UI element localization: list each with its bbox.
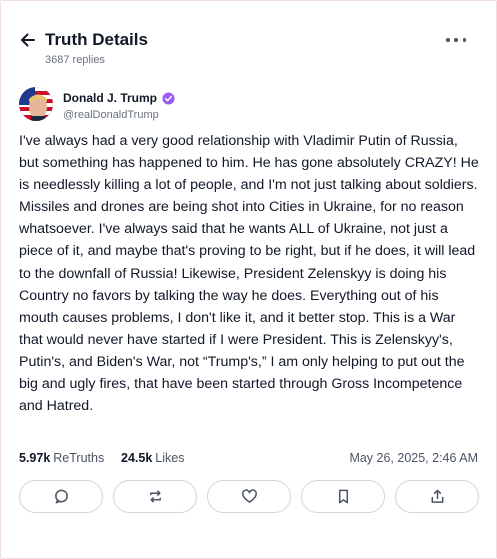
arrow-left-icon	[21, 33, 35, 47]
post-timestamp: May 26, 2025, 2:46 AM	[349, 451, 478, 465]
share-button[interactable]	[395, 480, 479, 513]
retruth-button[interactable]	[113, 480, 197, 513]
retruth-icon	[149, 490, 161, 503]
reply-button[interactable]	[19, 480, 103, 513]
post-text: I've always had a very good relationship…	[19, 133, 479, 415]
reply-count: 3687 replies	[45, 54, 105, 66]
bookmark-icon	[338, 489, 348, 504]
avatar-image	[19, 87, 53, 121]
like-button[interactable]	[207, 480, 291, 513]
post-stats: 5.97k ReTruths 24.5k Likes May 26, 2025, 2…	[19, 451, 478, 469]
page-title: Truth Details	[45, 30, 148, 49]
header: Truth Details 3687 replies	[17, 27, 480, 71]
retruths-count: 5.97k	[19, 451, 51, 465]
back-button[interactable]	[17, 29, 39, 51]
verified-badge-icon	[162, 91, 175, 105]
action-bar	[19, 480, 481, 514]
name-row: Donald J. Trump	[63, 91, 175, 105]
author-handle[interactable]: @realDonaldTrump	[63, 109, 159, 121]
author-info: Donald J. Trump @realDonaldTrump	[19, 87, 478, 127]
truth-details-panel: Truth Details 3687 replies Donald J. Tru…	[0, 0, 497, 559]
author-name[interactable]: Donald J. Trump	[63, 91, 157, 105]
likes-label: Likes	[155, 451, 185, 465]
bookmark-button[interactable]	[301, 480, 385, 513]
likes-count: 24.5k	[121, 451, 153, 465]
share-icon	[431, 489, 443, 503]
heart-icon	[241, 489, 257, 503]
reply-icon	[54, 489, 68, 504]
retruths-stat[interactable]: 5.97k ReTruths	[19, 451, 104, 465]
retruths-label: ReTruths	[53, 451, 105, 465]
more-horizontal-icon	[446, 38, 450, 42]
more-options-button[interactable]	[446, 33, 466, 47]
avatar[interactable]	[19, 87, 53, 121]
likes-stat[interactable]: 24.5k Likes	[121, 451, 184, 465]
